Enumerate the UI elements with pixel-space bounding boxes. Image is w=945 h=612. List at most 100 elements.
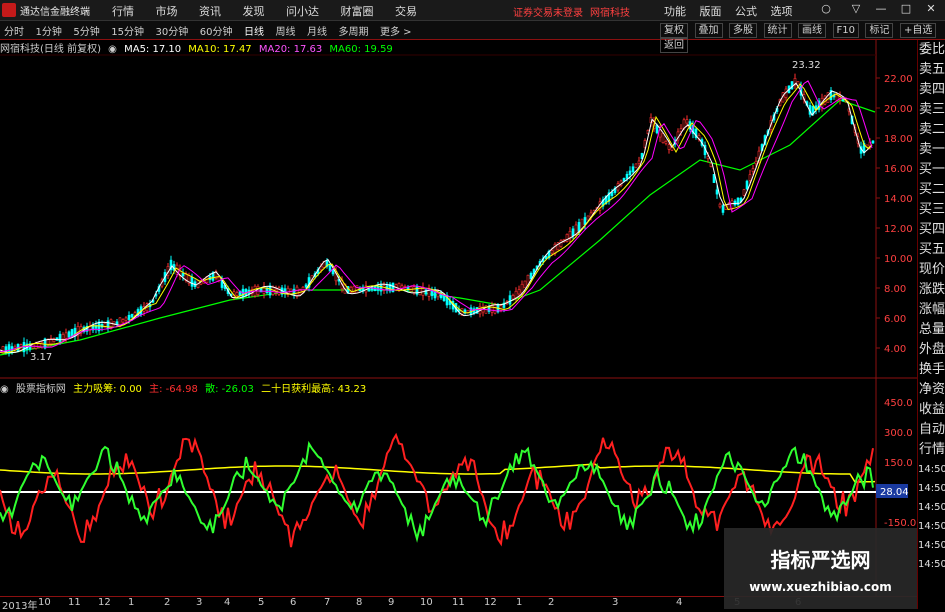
date-tick-label: 1 [128,597,135,608]
watermark-url: www.xuezhibiao.com [749,580,892,594]
candle [127,314,131,320]
candle [748,174,752,181]
indicator-tick-label: 300.0 [884,428,913,439]
side-panel-item[interactable]: 委比 [918,40,945,60]
candle [718,203,722,208]
indicator-title: ◉ 股票指标网 主力吸筹: 0.00 主: -64.98 散: -26.03 二… [0,380,370,395]
candle [661,132,665,144]
candle [685,119,689,124]
side-panel-item[interactable]: 买一 [918,160,945,180]
date-tick-label: 7 [324,597,331,608]
candle [328,263,332,272]
candle [520,283,524,294]
side-panel-item[interactable]: 14:50 [918,460,945,479]
high-price-label: 23.32 [792,60,821,71]
price-tick-label: 20.00 [884,104,913,115]
candle [235,292,239,296]
candle [379,284,383,292]
side-panel-item[interactable]: 自动 [918,420,945,440]
candle [637,160,641,164]
date-tick-label: 2013年 [2,601,38,612]
candle [577,222,581,232]
candle [499,305,503,311]
side-panel-item[interactable]: 14:50 [918,479,945,498]
indicator-axis: 450.0300.0150.00.00-150.0 [884,398,916,529]
candle [742,189,746,196]
price-tick-label: 16.00 [884,164,913,175]
current-value: 28.04 [880,487,909,498]
side-panel-item[interactable]: 14:50 [918,517,945,536]
candle [745,180,749,190]
candle [514,290,518,299]
date-tick-label: 2 [164,597,171,608]
date-tick-label: 5 [258,597,265,608]
candle [67,331,71,338]
indicator-name: 股票指标网 [15,384,66,395]
candle [550,250,554,254]
price-tick-label: 8.00 [884,284,906,295]
candle [565,234,569,242]
candle [40,341,44,348]
retail-label: 散: -26.03 [205,384,254,395]
close-button[interactable]: ✕ [925,3,937,15]
candle [58,333,62,342]
side-panel-item[interactable]: 14:50 [918,498,945,517]
candle [466,309,470,313]
side-panel-item[interactable]: 外盘 [918,340,945,360]
side-panel-item[interactable]: 换手 [918,360,945,380]
side-panel-item[interactable]: 卖一 [918,140,945,160]
candle [295,286,299,297]
candle [487,306,491,312]
side-panel-item[interactable]: 14:50 [918,555,945,574]
candle [493,303,497,314]
main-force-label: 主: -64.98 [149,384,198,395]
kline-chart[interactable]: 22.00 20.00 18.00 16.00 14.00 12.00 10.00 8.00 6… [0,0,917,596]
candle [511,295,515,300]
date-tick-label: 6 [290,597,297,608]
candle [721,205,725,213]
side-panel-item[interactable]: 买五 [918,240,945,260]
side-panel-item[interactable]: 收益 [918,400,945,420]
candle [709,162,713,168]
side-panel-item[interactable]: 买四 [918,220,945,240]
candle [1,346,5,354]
side-panel-item[interactable]: 行情 [918,440,945,460]
price-tick-label: 4.00 [884,344,906,355]
side-panel-item[interactable]: 总量 [918,320,945,340]
side-panel-item[interactable]: 涨幅 [918,300,945,320]
candle [130,313,134,318]
side-panel-item[interactable]: 现价 [918,260,945,280]
candle [181,272,185,277]
candle [625,173,629,179]
side-panel-item[interactable]: 卖二 [918,120,945,140]
candle [574,224,578,235]
side-panel-item[interactable]: 买二 [918,180,945,200]
candle [754,160,758,165]
side-panel-item[interactable]: 净资 [918,380,945,400]
candle [64,332,68,339]
candle [412,286,416,293]
side-panel-item[interactable]: 卖五 [918,60,945,80]
date-tick-label: 8 [356,597,363,608]
side-panel-item[interactable]: 14:50 [918,536,945,555]
candle [871,140,875,144]
candle [121,319,125,323]
side-panel-item[interactable]: 卖三 [918,100,945,120]
side-panel-item[interactable]: 卖四 [918,80,945,100]
side-panel-item[interactable]: 涨跌 [918,280,945,300]
date-tick-label: 3 [612,597,619,608]
date-tick-label: 10 [420,597,433,608]
profit-label: 二十日获利最高: 43.23 [261,384,367,395]
price-axis: 22.00 20.00 18.00 16.00 14.00 12.00 10.00 8.00 6… [876,74,913,355]
quote-side-panel: 委比 卖五 卖四 卖三 卖二 卖一 买一 买二 买三 买四 买五 现价 涨跌 涨幅 总量 外盘 换手 净资 收益 自动… [917,40,945,609]
ma20-line [0,80,873,353]
date-tick-label: 4 [224,597,231,608]
candle [751,168,755,172]
candle [304,284,308,288]
candle [571,228,575,237]
date-tick-label: 9 [388,597,395,608]
indicator-icon[interactable]: ◉ [0,384,9,395]
candle [190,276,194,287]
side-panel-item[interactable]: 买三 [918,200,945,220]
candle [586,215,590,221]
